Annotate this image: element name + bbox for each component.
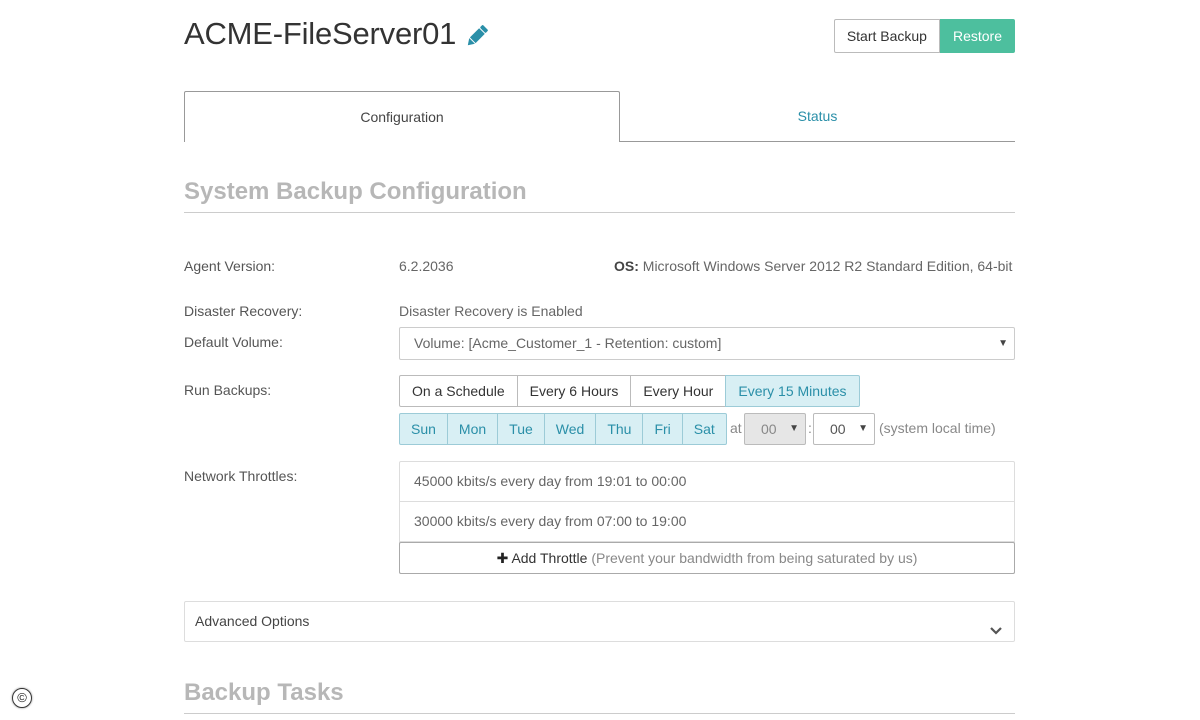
throttle-row[interactable]: 45000 kbits/s every day from 19:01 to 00…: [400, 462, 1014, 502]
os-info: OS: Microsoft Windows Server 2012 R2 Sta…: [614, 258, 1012, 274]
option-every-6-hours[interactable]: Every 6 Hours: [516, 375, 632, 407]
default-volume-value: Volume: [Acme_Customer_1 - Retention: cu…: [414, 335, 722, 351]
network-throttles-label: Network Throttles:: [184, 468, 298, 484]
plus-icon: ✚: [496, 550, 509, 566]
agent-version-label: Agent Version:: [184, 258, 276, 274]
start-backup-button[interactable]: Start Backup: [833, 19, 940, 53]
day-mon[interactable]: Mon: [446, 413, 499, 445]
disaster-recovery-value: Disaster Recovery is Enabled: [399, 303, 583, 319]
advanced-options-label: Advanced Options: [195, 613, 310, 629]
add-throttle-label: Add Throttle: [511, 550, 588, 566]
time-separator: :: [808, 420, 812, 436]
timezone-note: (system local time): [879, 420, 996, 436]
option-every-hour[interactable]: Every Hour: [630, 375, 727, 407]
option-on-a-schedule[interactable]: On a Schedule: [399, 375, 518, 407]
tab-bar: Configuration Status: [184, 91, 1015, 142]
os-value: Microsoft Windows Server 2012 R2 Standar…: [642, 258, 1013, 274]
throttle-row[interactable]: 30000 kbits/s every day from 07:00 to 19…: [400, 502, 1014, 542]
page-content: ACME-FileServer01 Start Backup Restore C…: [184, 0, 1015, 714]
throttle-list: 45000 kbits/s every day from 19:01 to 00…: [399, 461, 1015, 574]
section-title-system-backup: System Backup Configuration: [184, 178, 1015, 213]
day-sun[interactable]: Sun: [399, 413, 448, 445]
day-tue[interactable]: Tue: [497, 413, 545, 445]
default-volume-label: Default Volume:: [184, 334, 283, 350]
os-label: OS:: [614, 258, 639, 274]
day-selector: Sun Mon Tue Wed Thu Fri Sat: [399, 413, 727, 445]
server-name: ACME-FileServer01: [184, 16, 457, 51]
minute-select[interactable]: 00 ▼: [813, 413, 875, 445]
run-backups-options: On a Schedule Every 6 Hours Every Hour E…: [399, 375, 860, 407]
caret-down-icon: ▼: [858, 423, 868, 434]
add-throttle-hint: (Prevent your bandwidth from being satur…: [591, 550, 918, 566]
hour-select[interactable]: 00 ▼: [744, 413, 806, 445]
caret-down-icon: ▼: [998, 338, 1008, 349]
page-title: ACME-FileServer01: [184, 16, 490, 52]
section-title-backup-tasks: Backup Tasks: [184, 679, 1015, 714]
tab-status[interactable]: Status: [620, 91, 1015, 142]
add-throttle-button[interactable]: ✚ Add Throttle (Prevent your bandwidth f…: [399, 542, 1015, 574]
advanced-options-toggle[interactable]: Advanced Options: [184, 601, 1015, 642]
day-sat[interactable]: Sat: [681, 413, 727, 445]
pencil-icon[interactable]: [464, 21, 490, 47]
day-fri[interactable]: Fri: [642, 413, 683, 445]
hour-value: 00: [761, 421, 777, 437]
copyright-icon: ©: [12, 688, 32, 708]
day-wed[interactable]: Wed: [543, 413, 597, 445]
at-label: at: [730, 420, 742, 436]
run-backups-label: Run Backups:: [184, 382, 272, 398]
page-header: ACME-FileServer01 Start Backup Restore: [184, 0, 1015, 72]
option-every-15-minutes[interactable]: Every 15 Minutes: [725, 375, 860, 407]
header-actions: Start Backup Restore: [833, 19, 1015, 53]
restore-button[interactable]: Restore: [939, 19, 1015, 53]
tab-configuration[interactable]: Configuration: [184, 91, 620, 142]
default-volume-select[interactable]: Volume: [Acme_Customer_1 - Retention: cu…: [399, 327, 1015, 360]
day-thu[interactable]: Thu: [595, 413, 644, 445]
minute-value: 00: [830, 421, 846, 437]
caret-down-icon: ▼: [789, 423, 799, 434]
disaster-recovery-label: Disaster Recovery:: [184, 303, 303, 319]
chevron-down-icon: [988, 614, 1004, 635]
agent-version-value: 6.2.2036: [399, 258, 454, 274]
